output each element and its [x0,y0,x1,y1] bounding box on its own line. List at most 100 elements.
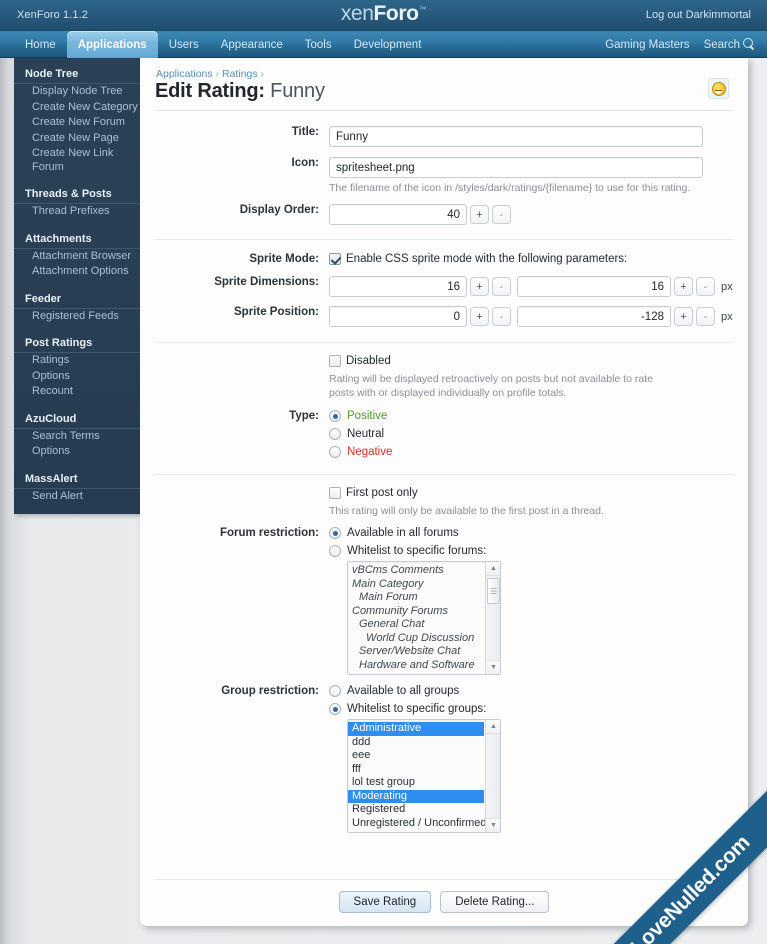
display-order-input[interactable] [329,204,467,225]
delete-rating-button[interactable]: Delete Rating... [440,891,550,913]
type-option-positive[interactable]: Positive [329,410,734,422]
sidebar-item-thread-prefixes[interactable]: Thread Prefixes [14,204,140,220]
forum-list-item[interactable]: Community Forums [348,605,484,619]
sidebar-item-create-new-category[interactable]: Create New Category [14,100,140,116]
site-name-link[interactable]: Gaming Masters [605,39,689,51]
group-option-whitelist[interactable]: Whitelist to specific groups: [329,703,734,715]
type-label-neutral: Neutral [347,428,385,440]
group-list-item[interactable]: Registered [348,803,484,817]
forum-scroll-down-icon[interactable]: ▼ [486,660,500,674]
forum-list-item[interactable]: vBCms Comments [348,564,484,578]
forum-option-all[interactable]: Available in all forums [329,527,734,539]
logout-link[interactable]: Log out Darkimmortal [646,9,751,21]
display-order-increment-button[interactable]: + [470,205,489,224]
sidebar-item-options[interactable]: Options [14,369,140,385]
forum-radio-whitelist[interactable] [329,545,341,557]
group-scroll-up-icon[interactable]: ▲ [486,720,500,734]
search-icon [743,38,755,50]
display-order-decrement-button[interactable]: - [492,205,511,224]
type-radio-negative[interactable] [329,446,341,458]
sidebar-item-send-alert[interactable]: Send Alert [14,489,140,505]
group-list-item[interactable]: Unregistered / Unconfirmed [348,817,487,831]
group-radio-whitelist[interactable] [329,703,341,715]
forum-list-item[interactable]: Main Forum [348,591,484,605]
sprite-width-input[interactable] [329,276,467,297]
sprite-width-increment-button[interactable]: + [470,277,489,296]
group-radio-all[interactable] [329,685,341,697]
group-list-item[interactable]: Moderating [348,789,484,803]
group-list-item[interactable]: eee [348,749,484,763]
group-listbox-scrollbar[interactable]: ▲ ▼ [485,720,500,832]
sprite-dimensions-field-col: + - + - px [329,276,748,297]
disabled-checkbox[interactable] [329,355,341,367]
save-rating-button[interactable]: Save Rating [338,891,432,913]
sidebar-item-ratings[interactable]: Ratings [14,353,140,369]
group-option-all[interactable]: Available to all groups [329,685,734,697]
sidebar-item-recount[interactable]: Recount [14,384,140,400]
type-option-neutral[interactable]: Neutral [329,428,734,440]
sidebar-group: Threads & Posts Thread Prefixes [14,184,140,220]
divider-3 [155,474,733,475]
sidebar-heading: Threads & Posts [14,184,140,204]
forum-radio-all[interactable] [329,527,341,539]
sprite-position-x-decrement-button[interactable]: - [492,307,511,326]
sidebar-item-search-terms[interactable]: Search Terms [14,429,140,445]
group-list-item[interactable]: Administrative [348,722,484,736]
forum-scroll-thumb[interactable]: ☰ [487,578,500,604]
sprite-height-increment-button[interactable]: + [674,277,693,296]
forum-listbox-scrollbar[interactable]: ▲ ☰ ▼ [485,562,500,674]
group-list-item[interactable]: ddd [348,736,484,750]
sprite-mode-checkbox[interactable] [329,253,341,265]
nav-tab-tools[interactable]: Tools [294,31,343,58]
sprite-width-decrement-button[interactable]: - [492,277,511,296]
first-post-only-checkbox[interactable] [329,487,341,499]
group-list-item[interactable]: fff [348,763,484,777]
sidebar-item-create-new-forum[interactable]: Create New Forum [14,115,140,131]
forum-list-item[interactable]: World Cup Discussion [348,632,484,646]
sprite-height-decrement-button[interactable]: - [696,277,715,296]
type-radio-positive[interactable] [329,410,341,422]
nav-tab-home[interactable]: Home [14,31,67,58]
sprite-position-x-input[interactable] [329,306,467,327]
icon-input[interactable] [329,157,703,178]
forum-scroll-up-icon[interactable]: ▲ [486,562,500,576]
search-link[interactable]: Search [704,38,755,51]
forum-list-item[interactable]: Main Category [348,578,484,592]
forum-option-whitelist[interactable]: Whitelist to specific forums: [329,545,734,557]
sprite-height-input[interactable] [517,276,671,297]
sidebar-item-create-new-page[interactable]: Create New Page [14,131,140,147]
sidebar-item-display-node-tree[interactable]: Display Node Tree [14,84,140,100]
field-row-title: Title: [140,126,748,147]
type-radio-neutral[interactable] [329,428,341,440]
forum-list-item[interactable]: Hardware and Software [348,659,484,673]
forum-list-item[interactable]: General Chat [348,618,484,632]
sidebar-item-attachment-browser[interactable]: Attachment Browser [14,249,140,265]
sprite-position-label: Sprite Position: [234,306,319,318]
nav-tab-development[interactable]: Development [343,31,433,58]
first-post-only-label: First post only [346,487,418,499]
forum-listbox[interactable]: vBCms Comments Main Category Main Forum Com… [347,561,501,675]
group-scroll-down-icon[interactable]: ▼ [486,818,500,832]
sprite-position-y-increment-button[interactable]: + [674,307,693,326]
sprite-position-x-increment-button[interactable]: + [470,307,489,326]
nav-tab-users[interactable]: Users [158,31,210,58]
group-list-item[interactable]: lol test group [348,776,484,790]
sidebar-item-registered-feeds[interactable]: Registered Feeds [14,309,140,325]
nav-tab-appearance[interactable]: Appearance [210,31,294,58]
nav-tab-applications[interactable]: Applications [66,31,158,58]
breadcrumb-item-ratings[interactable]: Ratings [222,68,258,80]
sidebar-item-create-new-link-forum[interactable]: Create New Link Forum [14,146,140,175]
breadcrumb-item-applications[interactable]: Applications [156,68,213,80]
first-post-checkbox-row: First post only [329,487,734,499]
group-label-whitelist: Whitelist to specific groups: [347,703,487,715]
sidebar-item-options[interactable]: Options [14,444,140,460]
group-listbox[interactable]: Administrative ddd eee fff lol test group Mod… [347,719,501,833]
sprite-position-y-input[interactable] [517,306,671,327]
forum-label-whitelist: Whitelist to specific forums: [347,545,487,557]
sidebar-item-attachment-options[interactable]: Attachment Options [14,264,140,280]
type-option-negative[interactable]: Negative [329,446,734,458]
title-input[interactable] [329,126,703,147]
forum-list-item[interactable]: Server/Website Chat [348,645,484,659]
sprite-position-y-decrement-button[interactable]: - [696,307,715,326]
